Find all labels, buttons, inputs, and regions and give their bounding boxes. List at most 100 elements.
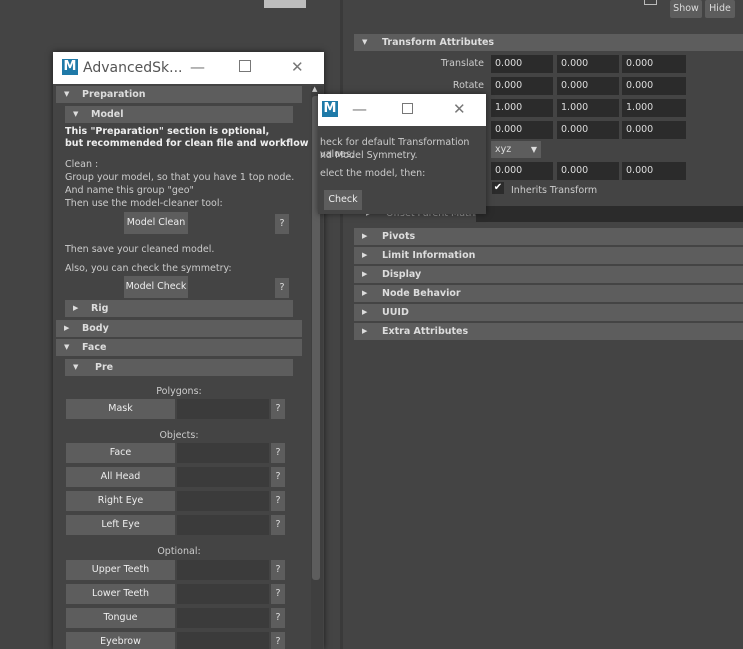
rig-section[interactable]: ▶ Rig — [65, 300, 293, 317]
eyebrow-field[interactable] — [177, 632, 269, 649]
scale-y-field[interactable]: 1.000 — [557, 99, 619, 117]
rotate-z-field[interactable]: 0.000 — [622, 77, 686, 95]
scale-x-field[interactable]: 1.000 — [491, 99, 553, 117]
translate-label: Translate — [440, 58, 484, 69]
display-section[interactable]: ▶ Display — [354, 266, 743, 283]
rotate-axis-z-field[interactable]: 0.000 — [622, 162, 686, 180]
rotate-y-field[interactable]: 0.000 — [557, 77, 619, 95]
model-section[interactable]: ▼ Model — [65, 106, 293, 123]
face-object-button[interactable]: Face — [66, 443, 175, 463]
translate-z-field[interactable]: 0.000 — [622, 55, 686, 73]
collapsed-triangle-icon: ▶ — [362, 270, 368, 278]
lower-teeth-help-button[interactable]: ? — [271, 584, 285, 604]
rotate-axis-x-field[interactable]: 0.000 — [491, 162, 553, 180]
eyebrow-button[interactable]: Eyebrow — [66, 632, 175, 649]
pre-section[interactable]: ▼ Pre — [65, 359, 293, 376]
expanded-triangle-icon: ▼ — [64, 343, 70, 351]
close-icon[interactable]: ✕ — [453, 100, 466, 118]
maximize-icon[interactable] — [239, 60, 251, 72]
minimize-icon[interactable]: — — [190, 58, 205, 76]
upper-teeth-help-button[interactable]: ? — [271, 560, 285, 580]
model-check-help-button[interactable]: ? — [275, 278, 289, 298]
all-head-object-help-button[interactable]: ? — [271, 467, 285, 487]
mask-help-button[interactable]: ? — [271, 399, 285, 419]
show-button[interactable]: Show — [670, 0, 702, 18]
scroll-up-arrow-icon[interactable]: ▲ — [312, 85, 317, 93]
check-line-2: nd Model Symmetry. — [320, 150, 418, 161]
translate-y-field[interactable]: 0.000 — [557, 55, 619, 73]
shear-y-field[interactable]: 0.000 — [557, 121, 619, 139]
upper-teeth-button[interactable]: Upper Teeth — [66, 560, 175, 580]
left-eye-object-field[interactable] — [177, 515, 269, 535]
attribute-editor-empty-area — [354, 340, 743, 649]
face-object-help-button[interactable]: ? — [271, 443, 285, 463]
extra-attributes-section[interactable]: ▶ Extra Attributes — [354, 323, 743, 340]
face-object-field[interactable] — [177, 443, 269, 463]
scale-z-field[interactable]: 1.000 — [622, 99, 686, 117]
close-icon[interactable]: ✕ — [291, 58, 304, 76]
mask-button[interactable]: Mask — [66, 399, 175, 419]
all-head-object-field[interactable] — [177, 467, 269, 487]
expanded-triangle-icon: ▼ — [73, 363, 79, 371]
minimize-icon[interactable]: — — [352, 100, 367, 118]
window-titlebar[interactable]: M AdvancedSk... — ✕ — [53, 52, 324, 84]
shear-x-field[interactable]: 0.000 — [491, 121, 553, 139]
maximize-icon[interactable] — [402, 103, 413, 114]
pivots-section[interactable]: ▶ Pivots — [354, 228, 743, 245]
rotate-axis-y-field[interactable]: 0.000 — [557, 162, 619, 180]
advanced-skeleton-window: M AdvancedSk... — ✕ ▼ Preparation ▼ Mode… — [53, 52, 324, 649]
top-checkbox[interactable] — [644, 0, 657, 5]
hide-button[interactable]: Hide — [705, 0, 735, 18]
tongue-help-button[interactable]: ? — [271, 608, 285, 628]
limit-information-section[interactable]: ▶ Limit Information — [354, 247, 743, 264]
upper-teeth-field[interactable] — [177, 560, 269, 580]
lower-teeth-button[interactable]: Lower Teeth — [66, 584, 175, 604]
note-line-2: but recommended for clean file and workf… — [65, 138, 309, 149]
uuid-section[interactable]: ▶ UUID — [354, 304, 743, 321]
right-eye-object-button[interactable]: Right Eye — [66, 491, 175, 511]
node-behavior-section[interactable]: ▶ Node Behavior — [354, 285, 743, 302]
window-title: AdvancedSk... — [83, 60, 183, 76]
note-line-1: This "Preparation" section is optional, — [65, 126, 270, 137]
inherits-transform-label: Inherits Transform — [511, 185, 598, 196]
inherits-transform-checkbox[interactable]: ✔ — [492, 182, 504, 194]
polygons-label: Polygons: — [156, 386, 202, 397]
left-eye-object-button[interactable]: Left Eye — [66, 515, 175, 535]
section-label: Face — [82, 342, 107, 353]
section-label: UUID — [382, 307, 409, 318]
tongue-button[interactable]: Tongue — [66, 608, 175, 628]
window-titlebar[interactable]: M — ✕ — [318, 94, 486, 126]
tongue-field[interactable] — [177, 608, 269, 628]
section-label: Rig — [91, 303, 109, 314]
mask-field[interactable] — [177, 399, 269, 419]
left-eye-object-help-button[interactable]: ? — [271, 515, 285, 535]
rotate-order-dropdown[interactable]: xyz ▼ — [491, 141, 541, 158]
right-eye-object-field[interactable] — [177, 491, 269, 511]
section-label: Pivots — [382, 231, 416, 242]
model-clean-button[interactable]: Model Clean — [124, 212, 188, 234]
offset-parent-matrix-field[interactable] — [476, 206, 743, 222]
collapsed-triangle-icon: ▶ — [64, 324, 70, 332]
body-section[interactable]: ▶ Body — [56, 320, 302, 337]
maya-logo-icon: M — [62, 59, 78, 75]
model-check-button[interactable]: Model Check — [124, 276, 188, 298]
shear-z-field[interactable]: 0.000 — [622, 121, 686, 139]
eyebrow-help-button[interactable]: ? — [271, 632, 285, 649]
transform-attributes-section[interactable]: ▼ Transform Attributes — [354, 34, 743, 51]
all-head-object-button[interactable]: All Head — [66, 467, 175, 487]
face-section[interactable]: ▼ Face — [56, 339, 302, 356]
rotate-x-field[interactable]: 0.000 — [491, 77, 553, 95]
check-button[interactable]: Check — [324, 190, 362, 210]
right-eye-object-help-button[interactable]: ? — [271, 491, 285, 511]
model-clean-help-button[interactable]: ? — [275, 214, 289, 234]
collapsed-triangle-icon: ▶ — [362, 232, 368, 240]
lower-teeth-field[interactable] — [177, 584, 269, 604]
collapsed-triangle-icon: ▶ — [362, 327, 368, 335]
section-label: Limit Information — [382, 250, 476, 261]
section-label: Pre — [95, 362, 114, 373]
optional-label: Optional: — [157, 546, 201, 557]
check-line-3: elect the model, then: — [320, 168, 426, 179]
preparation-section[interactable]: ▼ Preparation — [56, 86, 302, 103]
translate-x-field[interactable]: 0.000 — [491, 55, 553, 73]
chevron-down-icon: ▼ — [530, 145, 537, 154]
